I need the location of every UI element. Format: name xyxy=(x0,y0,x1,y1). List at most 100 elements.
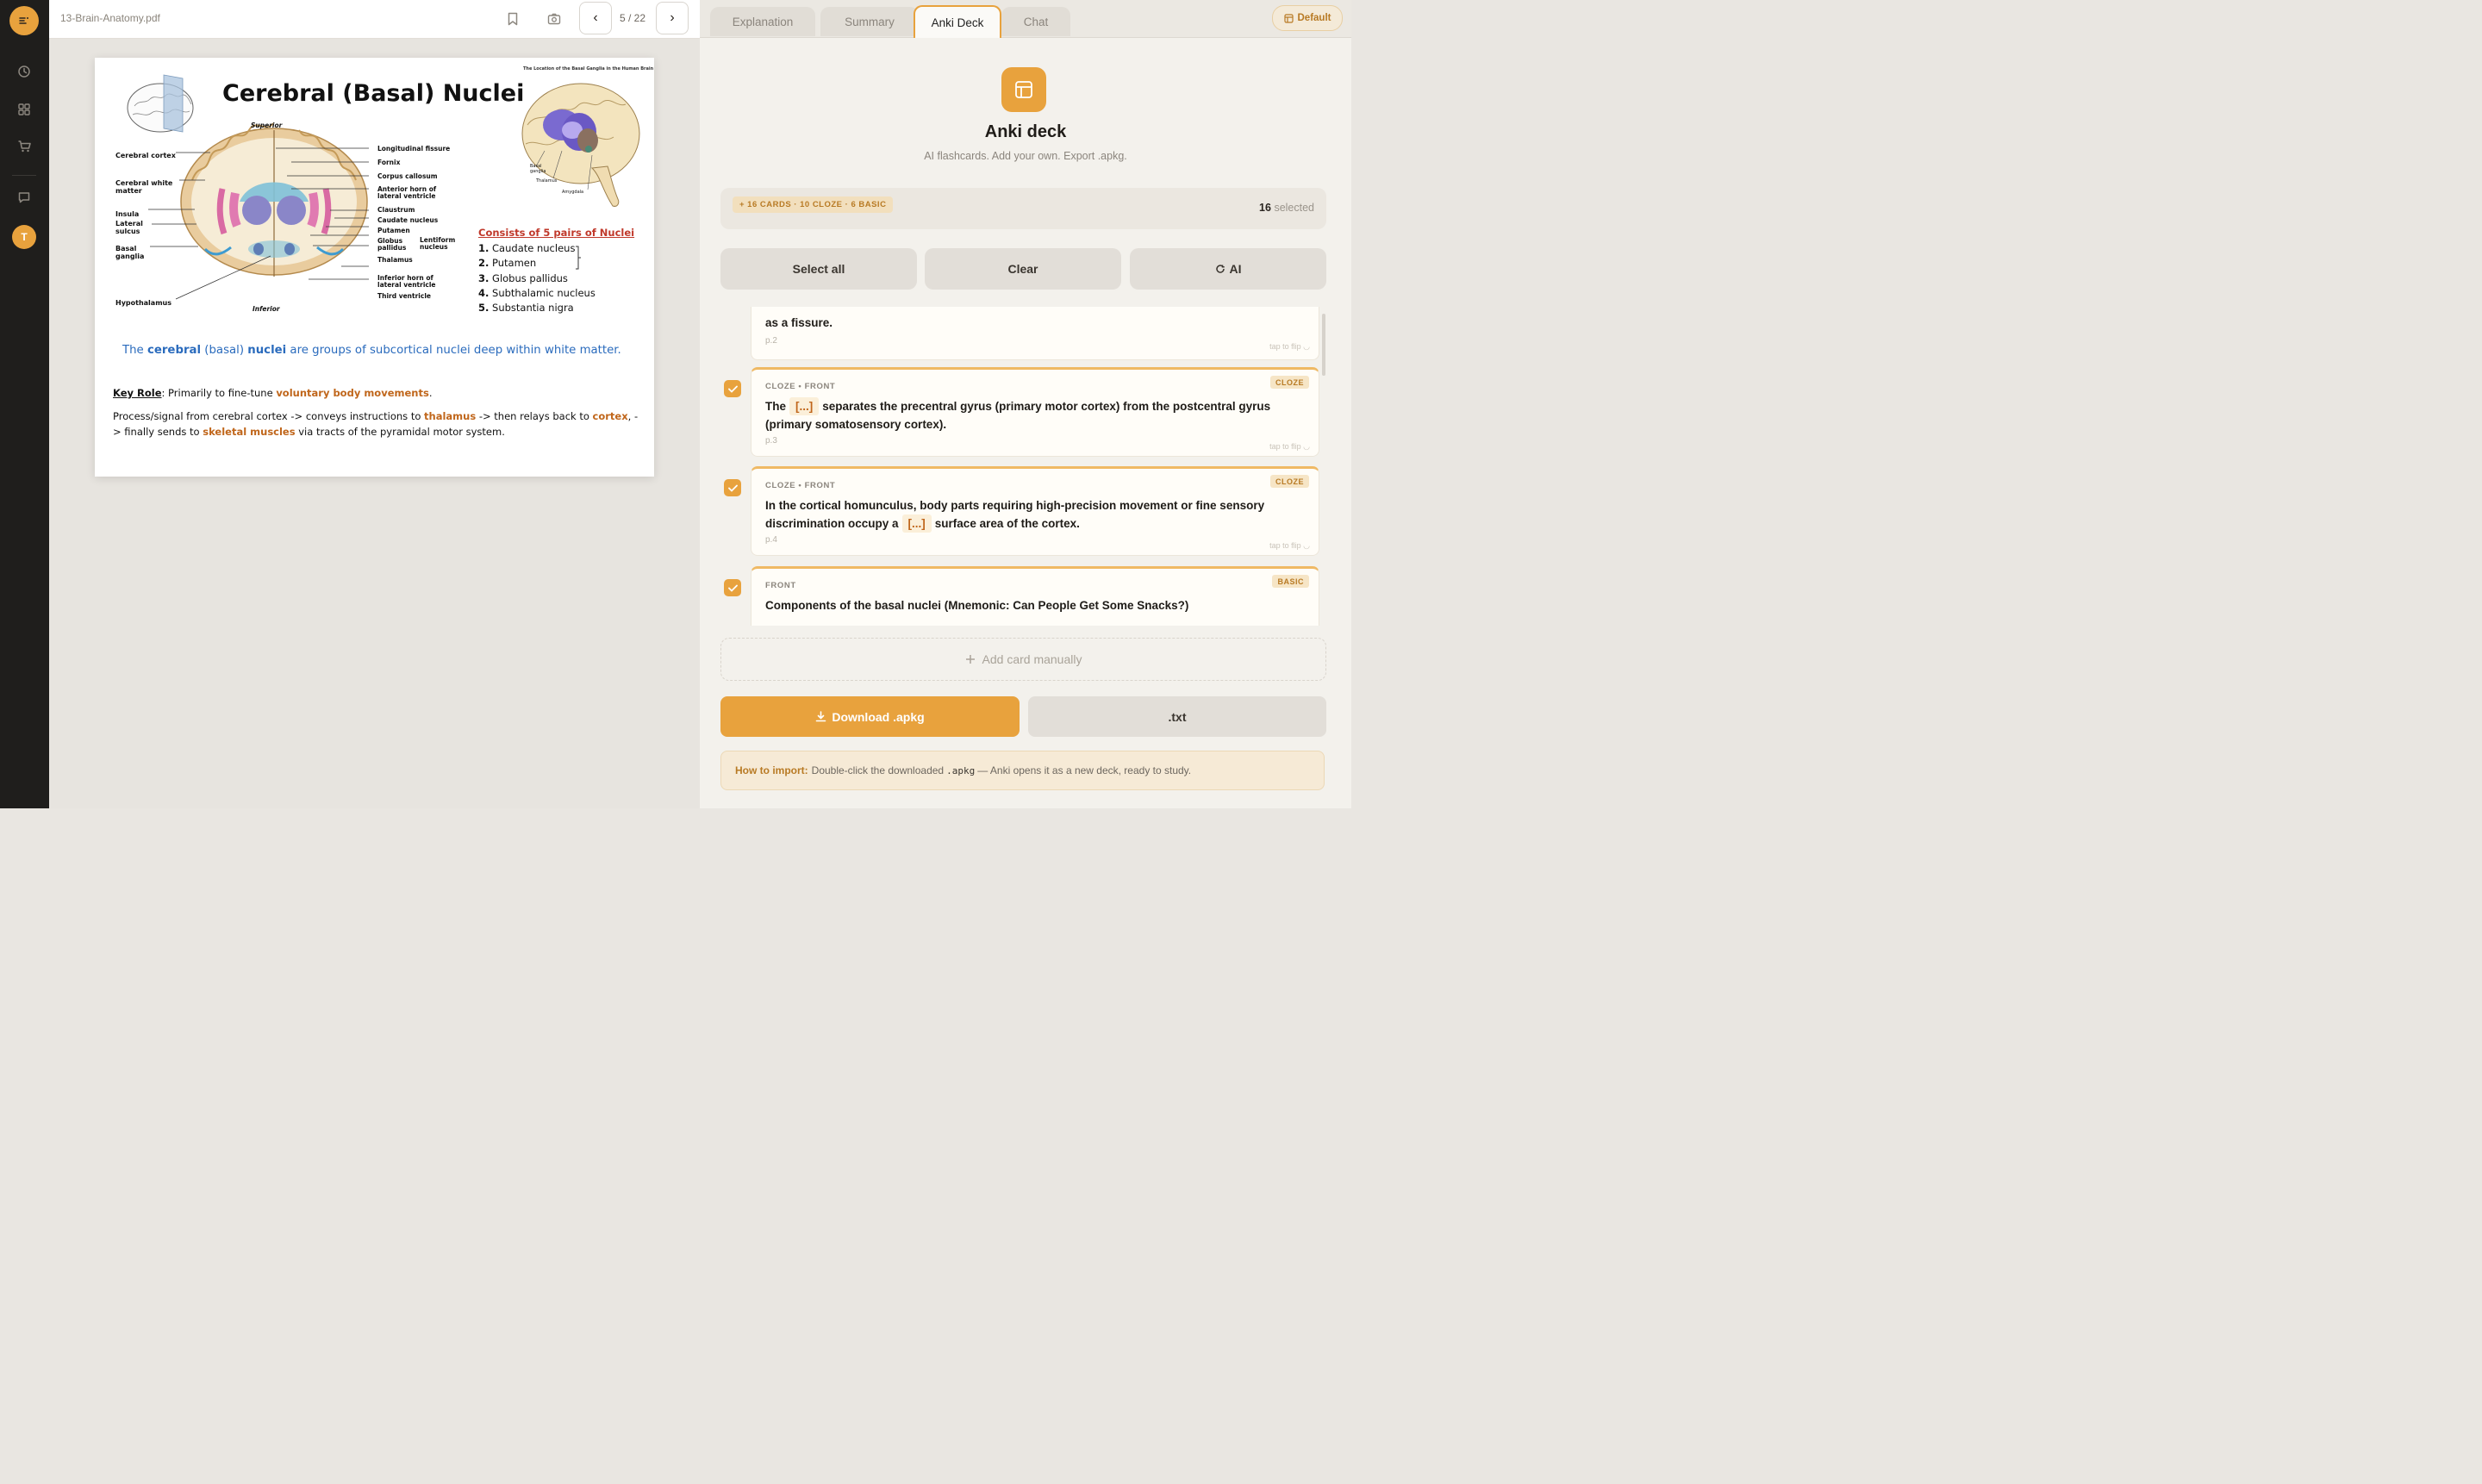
tab-explanation[interactable]: Explanation xyxy=(710,7,815,36)
card-kind: CLOZE • FRONT xyxy=(765,382,836,391)
card-flip-hint: tap to flip ◡ xyxy=(1269,442,1310,451)
tab-bar: Explanation Summary Anki Deck Chat Defau… xyxy=(700,0,1351,38)
cart-icon[interactable] xyxy=(15,137,34,156)
page-indicator: 5 / 22 xyxy=(620,12,646,24)
tab-summary[interactable]: Summary xyxy=(820,7,919,36)
default-label: Default xyxy=(1297,13,1331,23)
history-icon[interactable] xyxy=(15,62,34,81)
card-flip-hint: tap to flip ◡ xyxy=(1269,541,1310,550)
left-rail: T xyxy=(0,0,49,808)
card-page: p.4 xyxy=(765,535,777,545)
card-text: In the cortical homunculus, body parts r… xyxy=(765,496,1308,533)
label-lateral-sulcus: Lateral sulcus xyxy=(115,220,143,235)
deck-icon xyxy=(1001,67,1046,112)
user-avatar[interactable]: T xyxy=(12,225,36,249)
nuclei-heading: Consists of 5 pairs of Nuclei xyxy=(478,227,635,239)
pdf-page: Cerebral (Basal) Nuclei The Location of … xyxy=(95,58,654,477)
list-item: 4. Subthalamic nucleus xyxy=(478,286,596,299)
inset-caption: The Location of the Basal Ganglia in the… xyxy=(523,66,654,72)
import-help: How to import: Double-click the downloade… xyxy=(720,751,1325,790)
download-apkg-button[interactable]: Download .apkg xyxy=(720,696,1020,737)
ai-regenerate-button[interactable]: AI xyxy=(1130,248,1326,290)
inset-label-thalamus: Thalamus xyxy=(536,178,558,184)
bookmark-icon[interactable] xyxy=(504,9,521,28)
flashcard[interactable]: as a fissure. p.2 tap to flip ◡ xyxy=(751,307,1319,360)
camera-icon[interactable] xyxy=(545,9,564,28)
add-card-button[interactable]: Add card manually xyxy=(720,638,1326,681)
label-hypothalamus: Hypothalamus xyxy=(115,299,171,307)
label-thalamus: Thalamus xyxy=(377,256,413,264)
flashcard[interactable]: CLOZE • FRONT CLOZE The [...] separates th… xyxy=(751,367,1319,457)
list-item: 5. Substantia nigra xyxy=(478,302,574,315)
ai-label: AI xyxy=(1229,262,1242,276)
select-all-button[interactable]: Select all xyxy=(720,248,917,290)
export-txt-button[interactable]: .txt xyxy=(1028,696,1326,737)
bracket-icon xyxy=(576,246,581,270)
label-basal-ganglia: Basal ganglia xyxy=(115,245,145,260)
label-lentiform-nucleus: Lentiform nucleus xyxy=(420,236,456,251)
grid-icon[interactable] xyxy=(15,100,34,119)
process-text: Process/signal from cerebral cortex -> c… xyxy=(113,410,639,438)
card-kind: CLOZE • FRONT xyxy=(765,481,836,490)
rail-divider xyxy=(12,175,36,176)
list-item: 3. Globus pallidus xyxy=(478,271,568,284)
card-list-scrollbar[interactable] xyxy=(1322,314,1325,376)
label-longitudinal-fissure: Longitudinal fissure xyxy=(377,145,451,153)
card-type-badge: CLOZE xyxy=(1270,376,1309,389)
default-button[interactable]: Default xyxy=(1272,5,1343,31)
label-insula: Insula xyxy=(115,210,140,218)
card-page: p.2 xyxy=(765,336,777,346)
tab-anki-deck[interactable]: Anki Deck xyxy=(914,5,1001,38)
download-label: Download .apkg xyxy=(832,709,925,724)
flashcard[interactable]: FRONT BASIC Components of the basal nucl… xyxy=(751,566,1319,626)
viewer-toolbar: 13-Brain-Anatomy.pdf ‹ 5 / 22 › xyxy=(49,0,700,39)
card-type-badge: CLOZE xyxy=(1270,475,1309,488)
definition-text: The cerebral (basal) nuclei are groups o… xyxy=(122,344,621,357)
study-panel: Explanation Summary Anki Deck Chat Defau… xyxy=(700,0,1351,808)
label-fornix: Fornix xyxy=(377,159,401,166)
card-checkbox[interactable] xyxy=(724,479,741,496)
flashcard[interactable]: CLOZE • FRONT CLOZE In the cortical homu… xyxy=(751,466,1319,556)
card-list[interactable]: as a fissure. p.2 tap to flip ◡ CLOZE • … xyxy=(720,307,1324,626)
menu-icon xyxy=(19,17,28,24)
coronal-section-diagram xyxy=(148,122,369,300)
label-superior: Superior xyxy=(251,122,283,129)
stats-badge: + 16 CARDS · 10 CLOZE · 6 BASIC xyxy=(733,196,894,213)
label-corpus-callosum: Corpus callosum xyxy=(377,172,438,180)
deck-title: Anki deck xyxy=(984,122,1067,141)
label-cerebral-white-matter: Cerebral white matter xyxy=(115,179,173,195)
deck-subtitle: AI flashcards. Add your own. Export .apk… xyxy=(924,150,1127,162)
card-kind: FRONT xyxy=(765,581,796,590)
label-putamen: Putamen xyxy=(377,227,410,234)
clear-button[interactable]: Clear xyxy=(925,248,1121,290)
prev-page-button[interactable]: ‹ xyxy=(579,2,612,34)
card-text: The [...] separates the precentral gyrus (… xyxy=(765,397,1308,433)
card-text: Components of the basal nuclei (Mnemonic… xyxy=(765,599,1189,612)
refresh-icon xyxy=(1215,265,1225,273)
label-inferior: Inferior xyxy=(253,305,280,313)
label-claustrum: Claustrum xyxy=(377,206,415,214)
tab-chat[interactable]: Chat xyxy=(1001,7,1070,36)
card-checkbox[interactable] xyxy=(724,380,741,397)
label-globus-pallidus: Globus pallidus xyxy=(377,237,407,252)
selected-count: 16 selected xyxy=(1259,202,1314,214)
inset-label-amygdala: Amygdala xyxy=(562,190,584,195)
check-icon xyxy=(727,584,738,592)
key-role-text: Key Role: Primarily to fine-tune volunta… xyxy=(113,387,433,399)
file-name: 13-Brain-Anatomy.pdf xyxy=(60,12,160,24)
card-checkbox[interactable] xyxy=(724,579,741,596)
check-icon xyxy=(727,484,738,492)
card-flip-hint: tap to flip ◡ xyxy=(1269,342,1310,351)
label-cerebral-cortex: Cerebral cortex xyxy=(115,152,176,159)
slide-title: Cerebral (Basal) Nuclei xyxy=(222,80,525,107)
check-icon xyxy=(727,385,738,393)
app-logo[interactable] xyxy=(9,6,39,35)
download-icon xyxy=(816,711,826,722)
chat-icon[interactable] xyxy=(15,188,34,207)
label-inferior-horn: Inferior horn of lateral ventricle xyxy=(377,274,436,289)
cloze-blank: [...] xyxy=(901,514,932,533)
card-type-badge: BASIC xyxy=(1272,575,1309,588)
plus-icon xyxy=(965,655,975,664)
next-page-button[interactable]: › xyxy=(656,2,689,34)
label-third-ventricle: Third ventricle xyxy=(377,292,431,300)
